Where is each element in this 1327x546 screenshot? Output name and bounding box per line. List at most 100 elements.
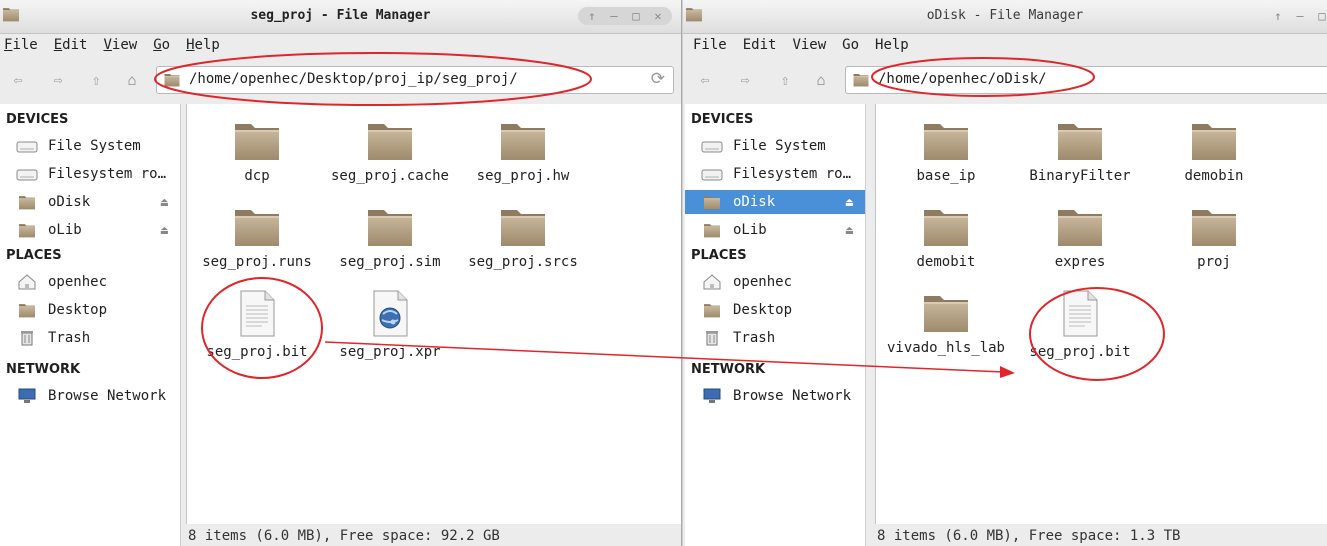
sidebar-item-olib[interactable]: oLib ⏏ bbox=[685, 218, 865, 242]
sidebar-item-trash[interactable]: Trash bbox=[0, 326, 180, 350]
menu-mnemonic: V bbox=[103, 37, 112, 53]
file-item[interactable]: demobin bbox=[1144, 118, 1284, 184]
folder-icon bbox=[163, 72, 181, 87]
eject-icon[interactable]: ⏏ bbox=[846, 190, 853, 214]
file-item[interactable]: BinaryFilter bbox=[1010, 118, 1150, 184]
maximize-button[interactable]: □ bbox=[1311, 7, 1327, 25]
location-bar[interactable]: /home/openhec/oDisk/ bbox=[845, 66, 1327, 94]
back-icon[interactable]: ⇦ bbox=[693, 68, 717, 92]
sidebar-item-openhec[interactable]: openhec bbox=[0, 270, 180, 294]
sidebar-item-browse-network[interactable]: Browse Network bbox=[685, 384, 865, 408]
file-name: seg_proj.bit bbox=[1029, 344, 1131, 360]
sidebar-item-label: Trash bbox=[48, 330, 91, 346]
close-button[interactable]: ✕ bbox=[647, 7, 669, 25]
sidebar-item-odisk[interactable]: oDisk ⏏ bbox=[0, 190, 180, 214]
menu-item-edit[interactable]: Edit bbox=[743, 34, 777, 56]
eject-icon[interactable]: ⏏ bbox=[161, 190, 168, 214]
file-item[interactable]: demobit bbox=[876, 204, 1016, 270]
minimize-button[interactable]: – bbox=[1289, 7, 1311, 25]
folder-icon bbox=[187, 118, 327, 162]
sidebar: DEVICES File System Filesystem ro… oDisk ⏏ oL… bbox=[0, 104, 181, 546]
window-controls: ↑ – □ bbox=[1267, 7, 1327, 25]
file-name: seg_proj.cache bbox=[330, 168, 449, 184]
title-bar[interactable]: seg_proj - File Manager ↑ – □ ✕ bbox=[0, 0, 681, 34]
trash-icon bbox=[701, 330, 723, 346]
forward-icon[interactable]: ⇨ bbox=[733, 68, 757, 92]
sidebar-item-desktop[interactable]: Desktop bbox=[685, 298, 865, 322]
sidebar-item-file-system[interactable]: File System bbox=[0, 134, 180, 158]
folder-icon bbox=[876, 290, 1016, 334]
file-item[interactable]: seg_proj.runs bbox=[187, 204, 327, 270]
menu-item-view[interactable]: View bbox=[792, 34, 826, 56]
file-item[interactable]: seg_proj.bit bbox=[1010, 290, 1150, 360]
sidebar-item-odisk[interactable]: oDisk ⏏ bbox=[685, 190, 865, 214]
sidebar-heading-devices: DEVICES bbox=[6, 112, 69, 127]
title-bar[interactable]: oDisk - File Manager ↑ – □ bbox=[683, 0, 1327, 34]
menu-label-rest: elp bbox=[194, 37, 220, 53]
file-item[interactable]: dcp bbox=[187, 118, 327, 184]
back-icon[interactable]: ⇦ bbox=[6, 68, 30, 92]
menu-bar: File Edit View Go Help bbox=[4, 34, 236, 56]
menu-item-help[interactable]: Help bbox=[875, 34, 909, 56]
menu-item-help[interactable]: Help bbox=[186, 34, 220, 56]
file-item[interactable]: seg_proj.srcs bbox=[453, 204, 593, 270]
file-item[interactable]: seg_proj.sim bbox=[320, 204, 460, 270]
menu-item-file[interactable]: File bbox=[693, 34, 727, 56]
file-item[interactable]: seg_proj.bit bbox=[187, 290, 327, 360]
sidebar-item-file-system[interactable]: File System bbox=[685, 134, 865, 158]
up-icon[interactable]: ⇧ bbox=[84, 68, 108, 92]
file-item[interactable]: seg_proj.xpr bbox=[320, 290, 460, 360]
sidebar-item-label: Browse Network bbox=[733, 388, 852, 404]
folder-icon bbox=[320, 204, 460, 248]
desktop-icon bbox=[701, 302, 723, 318]
eject-icon[interactable]: ⏏ bbox=[846, 218, 853, 242]
file-item[interactable]: base_ip bbox=[876, 118, 1016, 184]
keep-above-button[interactable]: ↑ bbox=[1267, 7, 1289, 25]
sidebar-item-label: Browse Network bbox=[48, 388, 167, 404]
menu-item-go[interactable]: Go bbox=[842, 34, 859, 56]
keep-above-button[interactable]: ↑ bbox=[581, 7, 603, 25]
sidebar-item-filesystem-ro[interactable]: Filesystem ro… bbox=[685, 162, 865, 186]
file-item[interactable]: seg_proj.hw bbox=[453, 118, 593, 184]
sidebar-item-openhec[interactable]: openhec bbox=[685, 270, 865, 294]
file-icon bbox=[187, 290, 327, 338]
sidebar-item-label: File System bbox=[48, 138, 141, 154]
up-icon[interactable]: ⇧ bbox=[773, 68, 797, 92]
menu-item-go[interactable]: Go bbox=[153, 34, 170, 56]
maximize-button[interactable]: □ bbox=[625, 7, 647, 25]
menu-item-view[interactable]: View bbox=[103, 34, 137, 56]
menu-label-rest: dit bbox=[62, 37, 88, 53]
file-name: seg_proj.srcs bbox=[468, 254, 578, 270]
file-item[interactable]: proj bbox=[1144, 204, 1284, 270]
eject-icon[interactable]: ⏏ bbox=[161, 218, 168, 242]
sidebar-item-trash[interactable]: Trash bbox=[685, 326, 865, 350]
home-icon[interactable]: ⌂ bbox=[120, 68, 144, 92]
sidebar-item-filesystem-ro[interactable]: Filesystem ro… bbox=[0, 162, 180, 186]
folder-icon bbox=[16, 222, 38, 238]
file-name: vivado_hls_lab bbox=[886, 340, 1005, 356]
file-item[interactable]: vivado_hls_lab bbox=[876, 290, 1016, 356]
menu-item-edit[interactable]: Edit bbox=[54, 34, 88, 56]
sidebar-item-desktop[interactable]: Desktop bbox=[0, 298, 180, 322]
folder-icon bbox=[453, 118, 593, 162]
drive-icon bbox=[701, 166, 723, 182]
file-item[interactable]: seg_proj.cache bbox=[320, 118, 460, 184]
sidebar-item-label: Desktop bbox=[733, 302, 793, 318]
sidebar-item-browse-network[interactable]: Browse Network bbox=[0, 384, 180, 408]
sidebar-item-label: oDisk bbox=[48, 194, 91, 210]
sidebar-item-label: openhec bbox=[48, 274, 108, 290]
file-item[interactable]: expres bbox=[1010, 204, 1150, 270]
status-bar: 8 items (6.0 MB), Free space: 1.3 TB bbox=[877, 528, 1181, 544]
toolbar: ⇦ ⇨ ⇧ ⌂ /home/openhec/Desktop/proj_ip/se… bbox=[0, 60, 681, 100]
forward-icon[interactable]: ⇨ bbox=[46, 68, 70, 92]
menu-item-file[interactable]: File bbox=[4, 34, 38, 56]
file-name: seg_proj.hw bbox=[476, 168, 570, 184]
window-title: oDisk - File Manager bbox=[926, 8, 1084, 23]
home-icon bbox=[701, 274, 723, 290]
minimize-button[interactable]: – bbox=[603, 7, 625, 25]
home-icon[interactable]: ⌂ bbox=[809, 68, 833, 92]
reload-icon[interactable]: ⟳ bbox=[651, 69, 665, 89]
sidebar-item-olib[interactable]: oLib ⏏ bbox=[0, 218, 180, 242]
location-bar[interactable]: /home/openhec/Desktop/proj_ip/seg_proj/ … bbox=[156, 66, 674, 94]
menu-label-rest: o bbox=[161, 37, 171, 53]
